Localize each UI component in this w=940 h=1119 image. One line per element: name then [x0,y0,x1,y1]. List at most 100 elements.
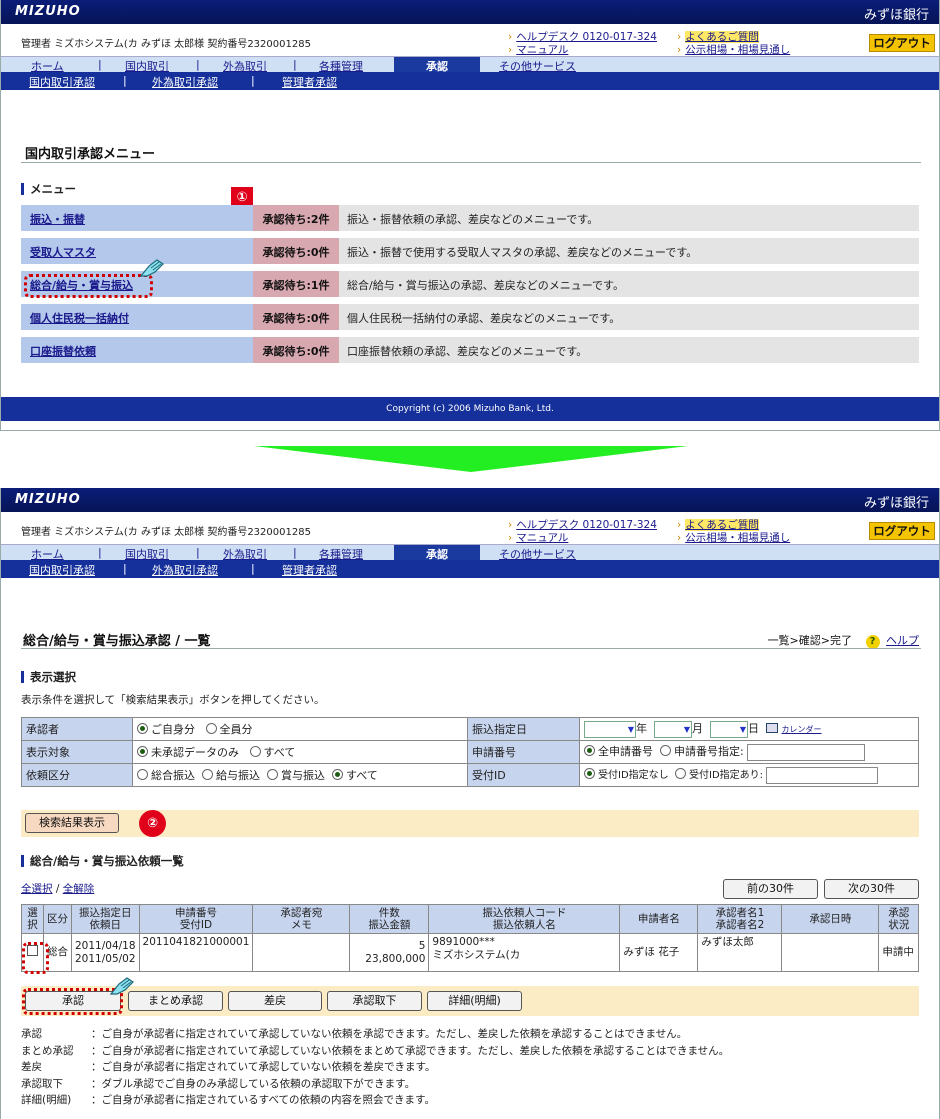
radio-bonus-label: 賞与振込 [281,769,325,782]
nav-approval-active[interactable]: 承認 [394,545,480,561]
subnav-foreign[interactable]: 外為取引承認 [152,74,218,90]
recid-input[interactable] [766,766,879,784]
month-select[interactable] [654,720,692,738]
logout-button[interactable]: ログアウト [869,522,935,540]
nav-separator: | [293,546,297,559]
legend-item: 承認取下 ：ダブル承認でご自身のみ承認している依頼の承認取下ができます。 [21,1076,729,1093]
subnav-separator: | [251,562,255,575]
faq-link[interactable]: よくあるご質問 [685,31,759,43]
radio-all[interactable] [205,723,217,734]
helpdesk-link[interactable]: ヘルプデスク 0120-017-324 [516,31,657,43]
rates-link[interactable]: 公示相場・相場見通し [685,532,790,544]
screen-menu: MIZUHO みずほ銀行 管理者 ミズホシステム(カ みずほ 太郎様 契約番号2… [0,0,940,431]
return-button[interactable]: 差戻 [228,991,322,1011]
col-approver2-label: 承認者名2 [715,919,765,931]
legend-text: ：ダブル承認でご自身のみ承認している依頼の承認取下ができます。 [91,1077,416,1090]
menu-description: 口座振替依頼の承認、差戻などのメニューです。 [347,345,588,358]
clear-all-link[interactable]: 全解除 [63,883,95,895]
col-count-amount: 件数 振込金額 [349,904,430,934]
day-select[interactable] [710,720,748,738]
date-label: 振込指定日 [467,717,580,741]
faq-link[interactable]: よくあるご質問 [685,519,759,531]
subnav-admin[interactable]: 管理者承認 [282,74,337,90]
legend-text: ：ご自身が承認者に指定されていて承認していない依頼を承認できます。ただし、差戻し… [91,1028,688,1040]
legend-text: ：ご自身が承認者に指定されていて承認していない依頼を差戻できます。 [91,1061,436,1073]
legend-item: まとめ承認 ：ご自身が承認者に指定されていて承認していない依頼をまとめて承認できま… [21,1043,729,1060]
user-row: 管理者 ミズホシステム(カ みずほ 太郎様 契約番号2320001285 ヘルプ… [1,512,939,544]
menu-row: 口座振替依頼 承認待ち:0件 口座振替依頼の承認、差戻などのメニューです。 [21,337,919,363]
col-approved-at: 承認日時 [781,904,880,934]
radio-all-appno[interactable] [584,745,595,757]
radio-no-recid[interactable] [584,768,595,780]
target-options: 未承認データのみ すべて [132,740,468,764]
detail-button[interactable]: 詳細(明細) [427,991,522,1011]
radio-all-data-label: すべて [263,746,296,759]
nav-approval-active[interactable]: 承認 [394,57,480,73]
withdraw-approval-button[interactable]: 承認取下 [327,991,422,1011]
request-table: 選択 区分 振込指定日 依頼日 申請番号 受付ID 承認者宛 メモ 件数 振込金額 振込… [21,904,919,972]
pending-count: 承認待ち:0件 [253,304,339,330]
menu-link-resident-tax[interactable]: 個人住民税一括納付 [30,312,129,325]
radio-specify-appno[interactable] [660,745,671,757]
approver-label: 承認者 [21,717,133,741]
col-status-label2: 状況 [888,919,910,931]
manual-link[interactable]: マニュアル [516,532,568,544]
radio-unapproved[interactable] [137,746,148,757]
condition-table: 承認者 ご自身分 全員分 振込指定日 年 月 日 カレンダー 表示対象 未承認デ… [21,717,919,787]
menu-link-payee-master[interactable]: 受取人マスタ [30,246,96,259]
col-date2-label: 依頼日 [89,919,122,931]
bank-name: みずほ銀行 [863,8,929,23]
subnav-domestic[interactable]: 国内取引承認 [29,562,95,578]
rates-link[interactable]: 公示相場・相場見通し [685,44,790,56]
nav-separator: | [293,58,297,71]
radio-self[interactable] [137,723,148,734]
col-memo-label: メモ [290,919,312,931]
menu-link-direct-debit[interactable]: 口座振替依頼 [30,345,96,358]
legend-item: 詳細(明細) ：ご自身が承認者に指定されているすべての依頼の内容を照会できます。 [21,1092,729,1109]
appno-label: 申請番号 [467,740,580,764]
calendar-link[interactable]: カレンダー [782,725,822,734]
checkbox-highlight-box [22,942,49,974]
pending-count: 承認待ち:1件 [253,271,339,297]
select-all-link[interactable]: 全選択 [21,883,53,895]
bulk-approve-button[interactable]: まとめ承認 [128,991,223,1011]
helpdesk-link[interactable]: ヘルプデスク 0120-017-324 [516,519,657,531]
radio-recid[interactable] [675,768,687,780]
search-results-button[interactable]: 検索結果表示 [25,813,119,833]
menu-link-transfer[interactable]: 振込・振替 [30,213,85,226]
logout-button[interactable]: ログアウト [869,34,935,52]
radio-unapproved-label: 未承認データのみ [151,746,239,759]
requester-code: 9891000*** [432,936,495,948]
legend-text: ：ご自身が承認者に指定されているすべての依頼の内容を照会できます。 [91,1094,435,1106]
radio-all-appno-label: 全申請番号 [598,745,653,759]
help-icon[interactable]: ? [865,635,880,649]
subnav-separator: | [123,74,127,87]
day-unit: 日 [748,722,759,736]
nav-separator: | [98,58,102,71]
memo-cell [252,933,351,972]
menu-name-cell: 個人住民税一括納付 [21,304,253,330]
radio-all-data[interactable] [249,746,261,757]
radio-bonus[interactable] [267,769,278,780]
subnav-foreign[interactable]: 外為取引承認 [152,562,218,578]
year-unit: 年 [636,722,647,736]
footer: Copyright (c) 2006 Mizuho Bank, Ltd. [1,397,939,421]
next-30-button[interactable]: 次の30件 [824,879,919,899]
help-link[interactable]: ヘルプ [886,634,919,647]
nav-separator: | [98,546,102,559]
radio-general[interactable] [137,769,148,780]
prev-30-button[interactable]: 前の30件 [723,879,818,899]
title-divider [21,648,921,649]
user-row: 管理者 ミズホシステム(カ みずほ 太郎様 契約番号2320001285 ヘルプ… [1,24,939,56]
subnav-admin[interactable]: 管理者承認 [282,562,337,578]
pending-count: 承認待ち:0件 [253,238,339,264]
radio-all-types[interactable] [332,769,343,780]
manual-link[interactable]: マニュアル [516,44,568,56]
year-select[interactable] [584,720,636,738]
appno-input[interactable] [747,743,866,761]
mizuho-logo: MIZUHO [15,4,81,19]
pointer-hand-icon [139,259,164,277]
calendar-icon[interactable] [766,723,778,734]
subnav-domestic[interactable]: 国内取引承認 [29,74,95,90]
radio-salary[interactable] [202,769,213,780]
